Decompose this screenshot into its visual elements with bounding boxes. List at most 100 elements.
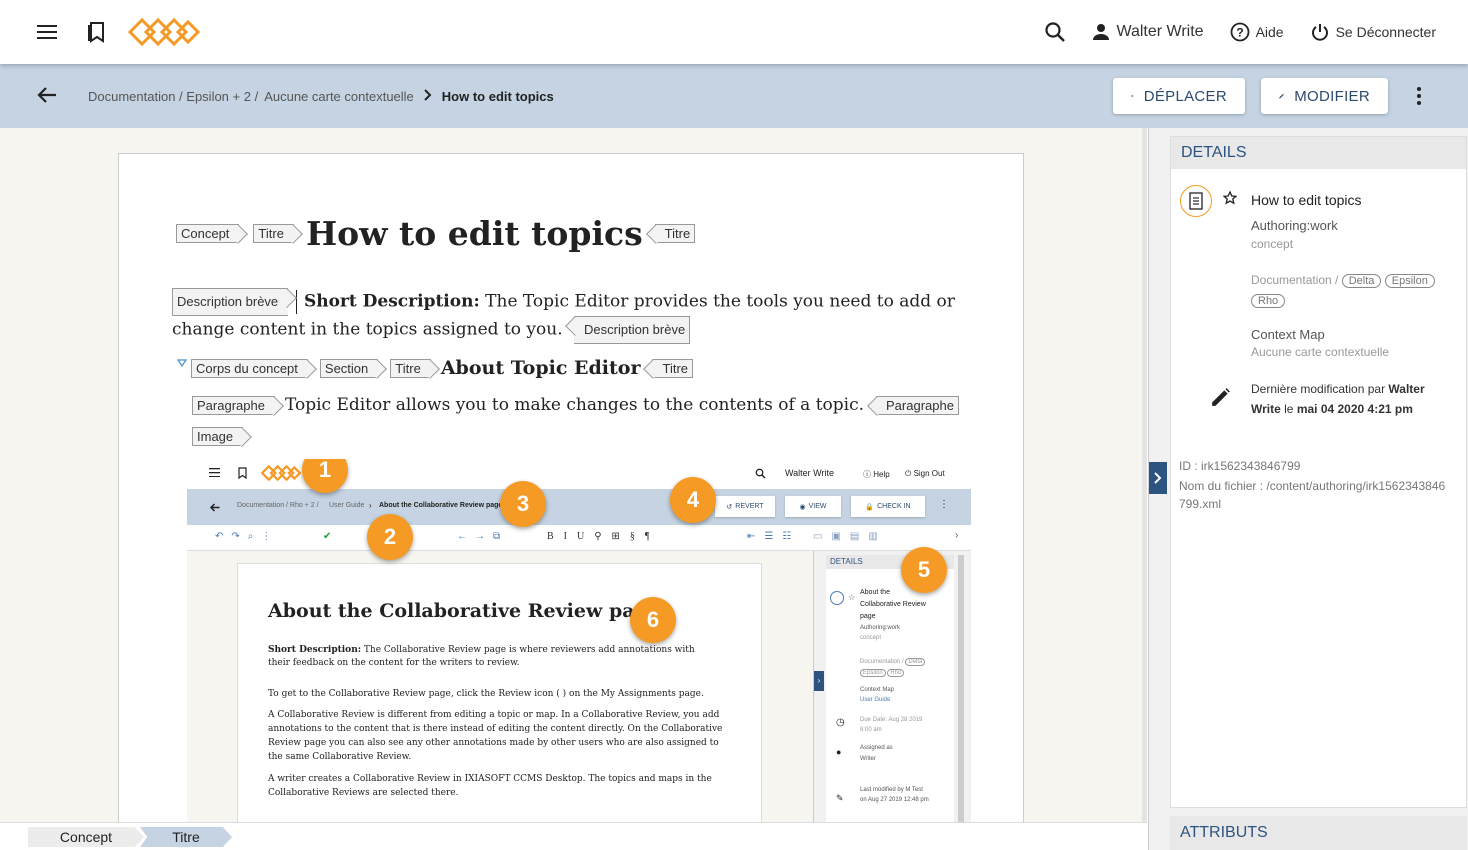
tag-title-close[interactable]: Titre xyxy=(654,224,696,243)
tag-para-open[interactable]: Paragraphe xyxy=(192,395,275,415)
user-menu[interactable]: Walter Write xyxy=(1092,23,1204,41)
star-icon[interactable] xyxy=(1222,190,1238,210)
shot-revert-button: ↺ REVERT xyxy=(715,496,775,517)
shot-format-toolbar: ↶↷⌕⋮ ✔ ←→⧉ BIU⚲⊞§¶ ⇤☰☷ ▭▣▤▥ › xyxy=(187,525,971,551)
shot-chip-delta: Delta xyxy=(905,658,926,666)
image-line: Image xyxy=(192,427,244,446)
shot-menu-icon xyxy=(209,468,220,477)
edit-button[interactable]: MODIFIER xyxy=(1261,78,1388,114)
tag-section-title-open[interactable]: Titre xyxy=(390,358,431,378)
shot-checkin-label: CHECK IN xyxy=(877,503,911,510)
details-header[interactable]: DETAILS xyxy=(1171,137,1466,169)
tag-concept[interactable]: Concept xyxy=(176,224,240,243)
shot-view-button: ◉ VIEW xyxy=(785,496,841,517)
help-icon: ? xyxy=(1230,22,1249,42)
shot-chip-epsilon: Epsilon xyxy=(860,669,886,677)
shot-page: About the Collaborative Review page Shor… xyxy=(237,563,762,822)
tag-section-title-close[interactable]: Titre xyxy=(652,358,694,378)
shot-details-panel: DETAILS ☆ About the Collaborative Review… xyxy=(826,555,954,822)
callout-badge-2: 2 xyxy=(367,514,413,560)
text-cursor xyxy=(295,290,297,314)
shot-collapse-icon: › xyxy=(814,671,824,691)
tag-shortdesc-close[interactable]: Description brève xyxy=(574,316,691,344)
pencil-icon xyxy=(1211,387,1231,412)
attributes-header[interactable]: ATTRIBUTS xyxy=(1170,816,1467,850)
callout-badge-1: 1 xyxy=(302,459,348,493)
move-button[interactable]: DÉPLACER xyxy=(1113,78,1245,114)
short-description[interactable]: Description brève Short Description: The… xyxy=(172,288,997,344)
embedded-screenshot[interactable]: Walter Write ⓘ Help ⏻ Sign Out Documenta… xyxy=(187,459,971,822)
mod-date: mai 04 2020 4:21 pm xyxy=(1296,402,1413,416)
mod-prefix: Dernière modification par xyxy=(1251,382,1389,396)
logout-label: Se Déconnecter xyxy=(1335,24,1436,40)
shot-back-icon xyxy=(209,503,220,512)
more-vert-icon[interactable] xyxy=(1414,86,1424,111)
menu-icon[interactable] xyxy=(34,18,62,46)
topic-title[interactable]: How to edit topics xyxy=(306,214,643,253)
shot-format-icons: BIU⚲⊞§¶ xyxy=(547,531,660,542)
shot-d-type: concept xyxy=(860,635,882,641)
topic-doc-icon xyxy=(1180,185,1212,217)
shot-d-path: Documentation / Delta Epsilon Rho xyxy=(860,657,950,679)
logout-button[interactable]: Se Déconnecter xyxy=(1310,22,1436,42)
section-title[interactable]: About Topic Editor xyxy=(441,357,641,379)
tag-section[interactable]: Section xyxy=(319,358,379,378)
shot-d-role: Writer xyxy=(860,756,876,762)
shot-title: About the Collaborative Review page xyxy=(268,600,660,622)
paragraph-text[interactable]: Topic Editor allows you to make changes … xyxy=(285,395,864,415)
svg-text:?: ? xyxy=(1236,26,1243,40)
context-map-value: Aucune carte contextuelle xyxy=(1251,345,1390,359)
shot-crumb-current: About the Collaborative Review page xyxy=(379,502,503,509)
chip-epsilon[interactable]: Epsilon xyxy=(1384,274,1435,288)
shot-logo xyxy=(261,464,301,482)
tag-conbody[interactable]: Corps du concept xyxy=(191,358,308,378)
back-arrow-icon[interactable] xyxy=(36,84,58,111)
shot-d-due: Due Date: Aug 28 2019 8:00 am xyxy=(860,717,923,733)
collapse-panel-button[interactable] xyxy=(1149,462,1167,494)
breadcrumb-current: How to edit topics xyxy=(441,88,554,104)
shot-p4: A writer creates a Collaborative Review … xyxy=(268,774,712,798)
breadcrumb: Documentation / Epsilon + 2 / Aucune car… xyxy=(88,64,554,128)
pencil-icon xyxy=(1279,93,1284,99)
search-icon[interactable] xyxy=(1044,21,1066,43)
callout-badge-4: 4 xyxy=(670,477,716,523)
shot-chevron-icon: › xyxy=(955,530,959,541)
shot-view-label: VIEW xyxy=(808,503,827,510)
shot-undo-redo-icons: ↶↷⌕⋮ xyxy=(215,531,280,542)
tag-shortdesc-open[interactable]: Description brève xyxy=(172,288,289,316)
tag-title-open[interactable]: Titre xyxy=(253,224,294,243)
shot-d-assigned: Assigned as xyxy=(860,745,893,751)
shot-list-icons: ⇤☰☷ xyxy=(747,531,801,542)
chip-rho[interactable]: Rho xyxy=(1251,294,1286,308)
breadcrumb-map[interactable]: Aucune carte contextuelle xyxy=(264,89,414,104)
callout-badge-5: 5 xyxy=(901,547,947,593)
move-label: DÉPLACER xyxy=(1143,87,1227,105)
topic-page[interactable]: Concept Titre How to edit topics Titre D… xyxy=(118,153,1024,822)
shot-search-icon xyxy=(755,468,766,479)
shot-signout-label: Sign Out xyxy=(913,469,945,478)
path-crumb-concept[interactable]: Concept xyxy=(28,827,144,847)
help-button[interactable]: ? Aide xyxy=(1230,22,1284,42)
user-icon xyxy=(1093,24,1110,40)
details-path-text: Documentation / xyxy=(1251,273,1339,287)
collapse-triangle-icon[interactable] xyxy=(176,354,188,372)
details-sidebar: DETAILS How to edit topics Authoring:wor… xyxy=(1148,128,1468,850)
tag-image[interactable]: Image xyxy=(192,427,244,446)
shot-crumb-map: User Guide xyxy=(329,502,365,509)
bookmarks-icon[interactable] xyxy=(83,18,111,46)
context-map-label: Context Map xyxy=(1251,327,1325,342)
details-status: Authoring:work xyxy=(1251,218,1338,233)
path-crumb-title[interactable]: Titre xyxy=(140,827,232,847)
paragraph-line: Paragraphe Topic Editor allows you to ma… xyxy=(192,395,959,415)
chip-delta[interactable]: Delta xyxy=(1341,274,1382,288)
shot-crumb-root: Documentation / Rho + 2 / xyxy=(237,502,319,509)
tag-para-close[interactable]: Paragraphe xyxy=(876,395,959,415)
shot-star-icon: ☆ xyxy=(848,593,856,602)
edit-label: MODIFIER xyxy=(1294,87,1370,105)
shot-check-icon: ✔ xyxy=(323,531,332,542)
title-line: Concept Titre How to edit topics Titre xyxy=(176,214,696,253)
editor-scrollbar[interactable] xyxy=(1142,128,1147,822)
shot-d-status: Authoring:work xyxy=(860,625,901,631)
breadcrumb-root[interactable]: Documentation / Epsilon + 2 / xyxy=(88,89,258,104)
app-logo[interactable] xyxy=(127,16,201,53)
